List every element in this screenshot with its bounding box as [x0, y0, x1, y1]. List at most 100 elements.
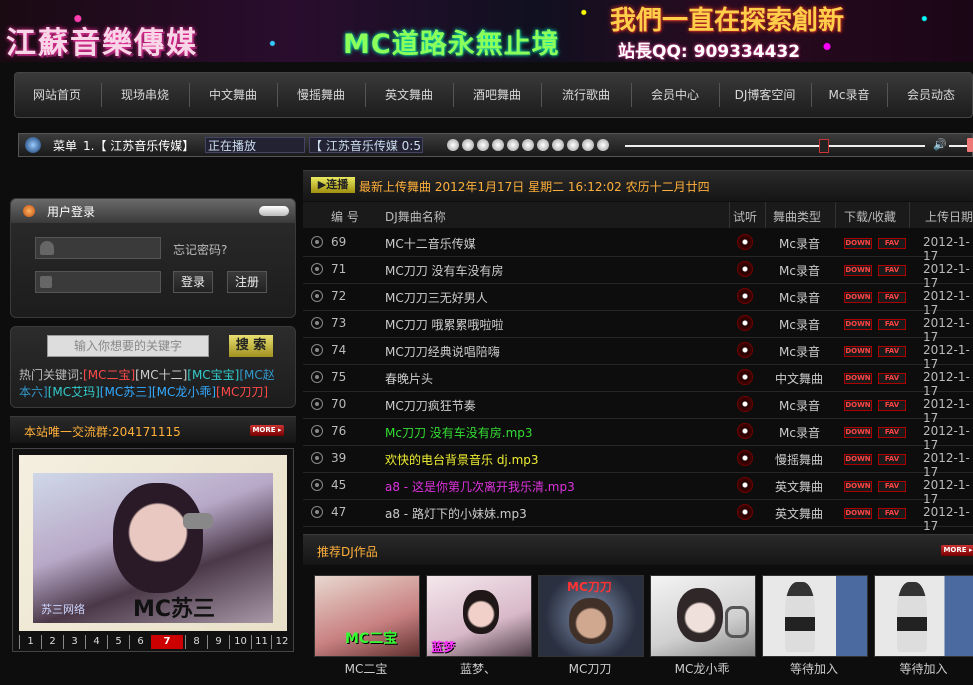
fav-button[interactable]: FAV	[878, 508, 906, 519]
song-name[interactable]: 欢快的电台背景音乐 dj.mp3	[385, 451, 539, 468]
page-link[interactable]: 5	[107, 635, 129, 649]
play-circle-icon[interactable]	[311, 452, 323, 464]
password-input[interactable]	[35, 271, 161, 293]
song-type[interactable]: 英文舞曲	[775, 478, 823, 495]
player-menu-button[interactable]: 菜单	[53, 137, 77, 154]
vinyl-listen-icon[interactable]	[737, 342, 753, 358]
fav-button[interactable]: FAV	[878, 373, 906, 384]
page-link[interactable]: 10	[229, 635, 251, 649]
play-circle-icon[interactable]	[311, 317, 323, 329]
recommend-more-link[interactable]: MORE ▸	[941, 545, 973, 556]
nav-slow-rock[interactable]: 慢摇舞曲	[279, 73, 363, 117]
register-button[interactable]: 注册	[227, 271, 267, 293]
down-button[interactable]: DOWN	[844, 508, 872, 519]
song-name[interactable]: MC刀刀疯狂节奏	[385, 397, 476, 414]
vinyl-listen-icon[interactable]	[737, 234, 753, 250]
shuffle-icon[interactable]	[597, 139, 609, 151]
last-track-icon[interactable]	[567, 139, 579, 151]
nav-home[interactable]: 网站首页	[15, 73, 99, 117]
play-circle-icon[interactable]	[311, 236, 323, 248]
play-circle-icon[interactable]	[311, 398, 323, 410]
vinyl-listen-icon[interactable]	[737, 315, 753, 331]
song-type[interactable]: Mc录音	[779, 262, 820, 279]
song-type[interactable]: Mc录音	[779, 343, 820, 360]
vinyl-listen-icon[interactable]	[737, 261, 753, 277]
song-type[interactable]: Mc录音	[779, 235, 820, 252]
page-link[interactable]: 6	[129, 635, 151, 649]
song-type[interactable]: Mc录音	[779, 316, 820, 333]
username-input[interactable]	[35, 237, 161, 259]
repeat-icon[interactable]	[582, 139, 594, 151]
song-name[interactable]: MC刀刀经典说唱陪嗨	[385, 343, 500, 360]
first-track-icon[interactable]	[552, 139, 564, 151]
previous-icon[interactable]	[522, 139, 534, 151]
fav-button[interactable]: FAV	[878, 238, 906, 249]
vinyl-listen-icon[interactable]	[737, 477, 753, 493]
fav-button[interactable]: FAV	[878, 454, 906, 465]
down-button[interactable]: DOWN	[844, 319, 872, 330]
keyword-link[interactable]: [MC艾玛]	[48, 385, 100, 399]
play-circle-icon[interactable]	[311, 506, 323, 518]
play-icon[interactable]	[447, 139, 459, 151]
fav-button[interactable]: FAV	[878, 346, 906, 357]
keyword-link[interactable]: [MC苏三]	[100, 385, 152, 399]
nav-member-activity[interactable]: 会员动态	[889, 73, 973, 117]
recommend-thumb[interactable]: 蓝梦	[426, 575, 532, 657]
vinyl-listen-icon[interactable]	[737, 504, 753, 520]
playlist-item[interactable]: 1.【 江苏音乐传媒】	[83, 137, 191, 154]
page-link[interactable]: 12	[271, 635, 292, 649]
nav-bar-dance[interactable]: 酒吧舞曲	[455, 73, 539, 117]
nav-member-center[interactable]: 会员中心	[633, 73, 717, 117]
song-type[interactable]: 慢摇舞曲	[775, 451, 823, 468]
collapse-toggle[interactable]	[259, 206, 289, 216]
forgot-password-link[interactable]: 忘记密码?	[173, 241, 227, 258]
down-button[interactable]: DOWN	[844, 481, 872, 492]
song-type[interactable]: 英文舞曲	[775, 505, 823, 522]
nav-chinese-dance[interactable]: 中文舞曲	[191, 73, 275, 117]
page-link[interactable]: 4	[85, 635, 107, 649]
down-button[interactable]: DOWN	[844, 238, 872, 249]
recommend-caption[interactable]: MC刀刀	[538, 660, 642, 677]
play-circle-icon[interactable]	[311, 263, 323, 275]
down-button[interactable]: DOWN	[844, 292, 872, 303]
song-type[interactable]: Mc录音	[779, 289, 820, 306]
down-button[interactable]: DOWN	[844, 454, 872, 465]
song-name[interactable]: MC刀刀 没有车没有房	[385, 262, 504, 279]
nav-pop-songs[interactable]: 流行歌曲	[543, 73, 629, 117]
recommend-caption[interactable]: MC二宝	[314, 660, 418, 677]
play-circle-icon[interactable]	[311, 425, 323, 437]
down-button[interactable]: DOWN	[844, 265, 872, 276]
keyword-link[interactable]: [MC龙小乖]	[152, 385, 216, 399]
recommend-thumb[interactable]	[650, 575, 756, 657]
vinyl-listen-icon[interactable]	[737, 450, 753, 466]
fav-button[interactable]: FAV	[878, 481, 906, 492]
vinyl-listen-icon[interactable]	[737, 423, 753, 439]
down-button[interactable]: DOWN	[844, 346, 872, 357]
down-button[interactable]: DOWN	[844, 400, 872, 411]
song-name[interactable]: Mc刀刀 没有车没有房.mp3	[385, 424, 533, 441]
song-name[interactable]: 春晚片头	[385, 370, 433, 387]
volume-icon[interactable]: 🔊	[933, 139, 947, 151]
vinyl-listen-icon[interactable]	[737, 288, 753, 304]
song-name[interactable]: a8 - 这是你第几次离开我乐清.mp3	[385, 478, 575, 495]
keyword-link[interactable]: [MC宝宝]	[187, 368, 239, 382]
song-type[interactable]: 中文舞曲	[775, 370, 823, 387]
play-circle-icon[interactable]	[311, 290, 323, 302]
recommend-thumb[interactable]: MC二宝	[314, 575, 420, 657]
recommend-thumb[interactable]	[762, 575, 868, 657]
search-button[interactable]: 搜 索	[229, 335, 273, 357]
page-link[interactable]: 11	[251, 635, 271, 649]
fav-button[interactable]: FAV	[878, 427, 906, 438]
play-circle-icon[interactable]	[311, 479, 323, 491]
song-type[interactable]: Mc录音	[779, 424, 820, 441]
volume-track[interactable]	[949, 145, 967, 147]
featured-photo[interactable]: 苏三网络 MC苏三	[33, 473, 273, 623]
pause-icon[interactable]	[462, 139, 474, 151]
fav-button[interactable]: FAV	[878, 292, 906, 303]
page-link[interactable]: 8	[185, 635, 207, 649]
song-name[interactable]: MC刀刀 哦累累哦啦啦	[385, 316, 504, 333]
song-name[interactable]: a8 - 路灯下的小妹妹.mp3	[385, 505, 527, 522]
fast-forward-icon[interactable]	[507, 139, 519, 151]
login-button[interactable]: 登录	[173, 271, 213, 293]
progress-track[interactable]	[625, 145, 925, 147]
